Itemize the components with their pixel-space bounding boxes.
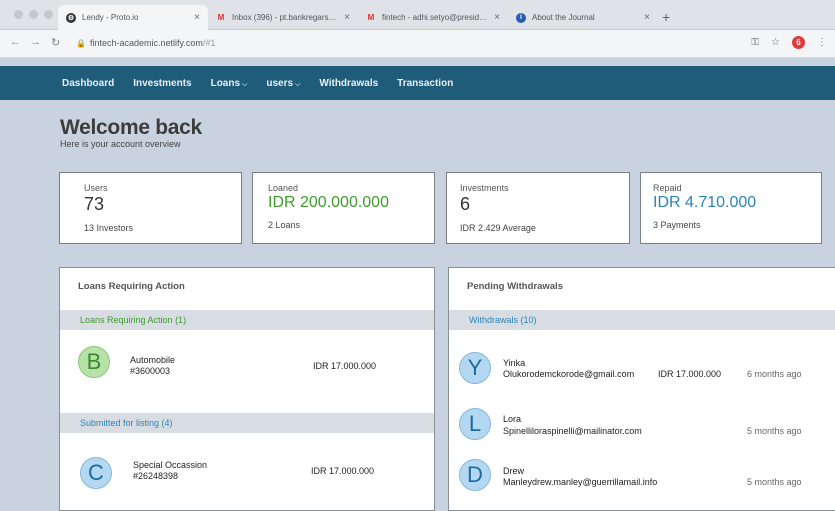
gear-icon: ⚙ bbox=[66, 12, 76, 23]
avatar: C bbox=[80, 457, 112, 489]
stat-label: Users bbox=[84, 183, 108, 193]
chevron-down-icon: ⌵ bbox=[242, 80, 248, 88]
url-field[interactable]: 🔒 fintech-academic.netlify.com/#1 bbox=[76, 38, 215, 48]
loan-name: Automobile bbox=[130, 355, 176, 365]
close-icon[interactable]: × bbox=[494, 12, 500, 23]
nav-item-transaction[interactable]: Transaction bbox=[397, 78, 453, 89]
tab-label: fintech - adhi.setyo@presiden... bbox=[382, 13, 489, 22]
main-nav: Dashboard Investments Loans ⌵ users ⌵ With… bbox=[0, 66, 835, 100]
nav-item-dashboard[interactable]: Dashboard bbox=[62, 78, 114, 89]
window-controls[interactable] bbox=[14, 10, 53, 19]
withdrawal-time: 5 months ago bbox=[747, 426, 802, 436]
withdrawal-name: Drew bbox=[503, 466, 525, 476]
stat-value: 6 bbox=[460, 194, 471, 214]
forward-arrow-icon[interactable]: → bbox=[30, 36, 41, 48]
stat-card-users[interactable]: Users 73 13 Investors bbox=[59, 172, 242, 244]
section-header-withdrawals[interactable]: Withdrawals (10) bbox=[449, 310, 835, 330]
maximize-window-icon[interactable] bbox=[44, 10, 53, 19]
info-icon: i bbox=[516, 12, 526, 23]
section-header-submitted[interactable]: Submitted for listing (4) bbox=[60, 413, 434, 433]
stat-card-investments[interactable]: Investments 6 IDR 2.429 Average bbox=[446, 172, 630, 244]
withdrawal-time: 6 months ago bbox=[747, 369, 802, 379]
back-arrow-icon[interactable]: ← bbox=[10, 36, 21, 48]
withdrawal-email: Manleydrew.manley@guerrillamail.info bbox=[503, 477, 658, 487]
star-icon[interactable]: ☆ bbox=[771, 37, 780, 48]
withdrawal-name: Lora bbox=[503, 414, 522, 424]
nav-item-withdrawals[interactable]: Withdrawals bbox=[319, 78, 378, 89]
stat-sub: IDR 2.429 Average bbox=[460, 223, 536, 233]
stat-card-repaid[interactable]: Repaid IDR 4.710.000 3 Payments bbox=[640, 172, 822, 244]
loan-id: #26248398 bbox=[133, 471, 179, 481]
panel-title: Loans Requiring Action bbox=[78, 281, 185, 292]
withdrawal-email: Spinelliloraspinelli@mailinator.com bbox=[503, 426, 642, 436]
tab-label: About the Journal bbox=[532, 13, 595, 22]
nav-item-investments[interactable]: Investments bbox=[133, 78, 191, 89]
url-host: fintech-academic.netlify.com bbox=[89, 38, 203, 48]
browser-tab-lendy[interactable]: ⚙ Lendy - Proto.io × bbox=[58, 5, 208, 30]
stat-value: 73 bbox=[84, 194, 105, 214]
nav-label: users bbox=[266, 77, 294, 89]
close-icon[interactable]: × bbox=[644, 12, 650, 23]
stat-value: IDR 4.710.000 bbox=[653, 194, 757, 211]
stat-label: Repaid bbox=[653, 183, 682, 193]
panel-title: Pending Withdrawals bbox=[467, 281, 563, 292]
browser-tab-bar: ⚙ Lendy - Proto.io × M Inbox (396) - pt.… bbox=[0, 0, 835, 30]
close-icon[interactable]: × bbox=[194, 12, 200, 23]
tab-label: Lendy - Proto.io bbox=[82, 13, 139, 22]
browser-tab-journal[interactable]: i About the Journal × bbox=[508, 5, 658, 30]
page-title: Welcome back bbox=[60, 116, 202, 139]
loans-requiring-action-panel: Loans Requiring Action Loans Requiring A… bbox=[59, 267, 435, 511]
withdrawal-name: Yinka bbox=[503, 358, 526, 368]
profile-avatar[interactable]: 6 bbox=[792, 36, 805, 49]
nav-label: Withdrawals bbox=[319, 77, 379, 89]
avatar: Y bbox=[459, 352, 491, 384]
gmail-icon: M bbox=[217, 13, 225, 22]
pending-withdrawals-panel: Pending Withdrawals Withdrawals (10) Y Y… bbox=[448, 267, 835, 511]
stat-card-loaned[interactable]: Loaned IDR 200.000.000 2 Loans bbox=[252, 172, 435, 244]
loan-id: #3600003 bbox=[130, 366, 171, 376]
key-icon[interactable]: ⚿ bbox=[751, 37, 759, 48]
avatar: B bbox=[78, 346, 110, 378]
close-window-icon[interactable] bbox=[14, 10, 23, 19]
page-subtitle: Here is your account overview bbox=[60, 139, 181, 149]
close-icon[interactable]: × bbox=[344, 12, 350, 23]
avatar: D bbox=[459, 459, 491, 491]
section-header-loans-action[interactable]: Loans Requiring Action (1) bbox=[60, 310, 434, 330]
stat-sub: 2 Loans bbox=[268, 220, 301, 230]
nav-item-loans[interactable]: Loans ⌵ bbox=[211, 78, 248, 89]
nav-item-users[interactable]: users ⌵ bbox=[266, 78, 300, 89]
withdrawal-email: Olukorodemckorode@gmail.com bbox=[503, 369, 635, 379]
stat-value: IDR 200.000.000 bbox=[268, 194, 389, 211]
stat-label: Loaned bbox=[268, 183, 299, 193]
url-path: /#1 bbox=[202, 38, 216, 48]
browser-tab-fintech[interactable]: M fintech - adhi.setyo@presiden... × bbox=[358, 5, 508, 30]
new-tab-button[interactable]: + bbox=[662, 9, 670, 25]
withdrawal-amount: IDR 17.000.000 bbox=[658, 369, 722, 379]
stat-sub: 3 Payments bbox=[653, 220, 701, 230]
address-bar: ← → ↻ 🔒 fintech-academic.netlify.com/#1 ⚿… bbox=[0, 30, 835, 58]
gmail-icon: M bbox=[367, 13, 375, 22]
loan-amount: IDR 17.000.000 bbox=[311, 466, 375, 476]
nav-label: Dashboard bbox=[62, 77, 115, 89]
stat-sub: 13 Investors bbox=[84, 223, 134, 233]
tab-label: Inbox (396) - pt.bankregarsip.mail... bbox=[232, 13, 338, 22]
nav-label: Investments bbox=[133, 77, 192, 89]
kebab-menu-icon[interactable]: ⋮ bbox=[817, 37, 827, 48]
lock-icon: 🔒 bbox=[76, 39, 86, 48]
loan-name: Special Occassion bbox=[133, 460, 208, 470]
avatar: L bbox=[459, 408, 491, 440]
loan-amount: IDR 17.000.000 bbox=[313, 361, 377, 371]
chevron-down-icon: ⌵ bbox=[295, 80, 301, 88]
nav-label: Transaction bbox=[397, 77, 454, 89]
nav-label: Loans bbox=[210, 77, 241, 89]
withdrawal-time: 5 months ago bbox=[747, 477, 802, 487]
stat-label: Investments bbox=[460, 183, 509, 193]
browser-tab-inbox[interactable]: M Inbox (396) - pt.bankregarsip.mail... … bbox=[208, 5, 358, 30]
minimize-window-icon[interactable] bbox=[29, 10, 38, 19]
reload-icon[interactable]: ↻ bbox=[51, 36, 60, 49]
